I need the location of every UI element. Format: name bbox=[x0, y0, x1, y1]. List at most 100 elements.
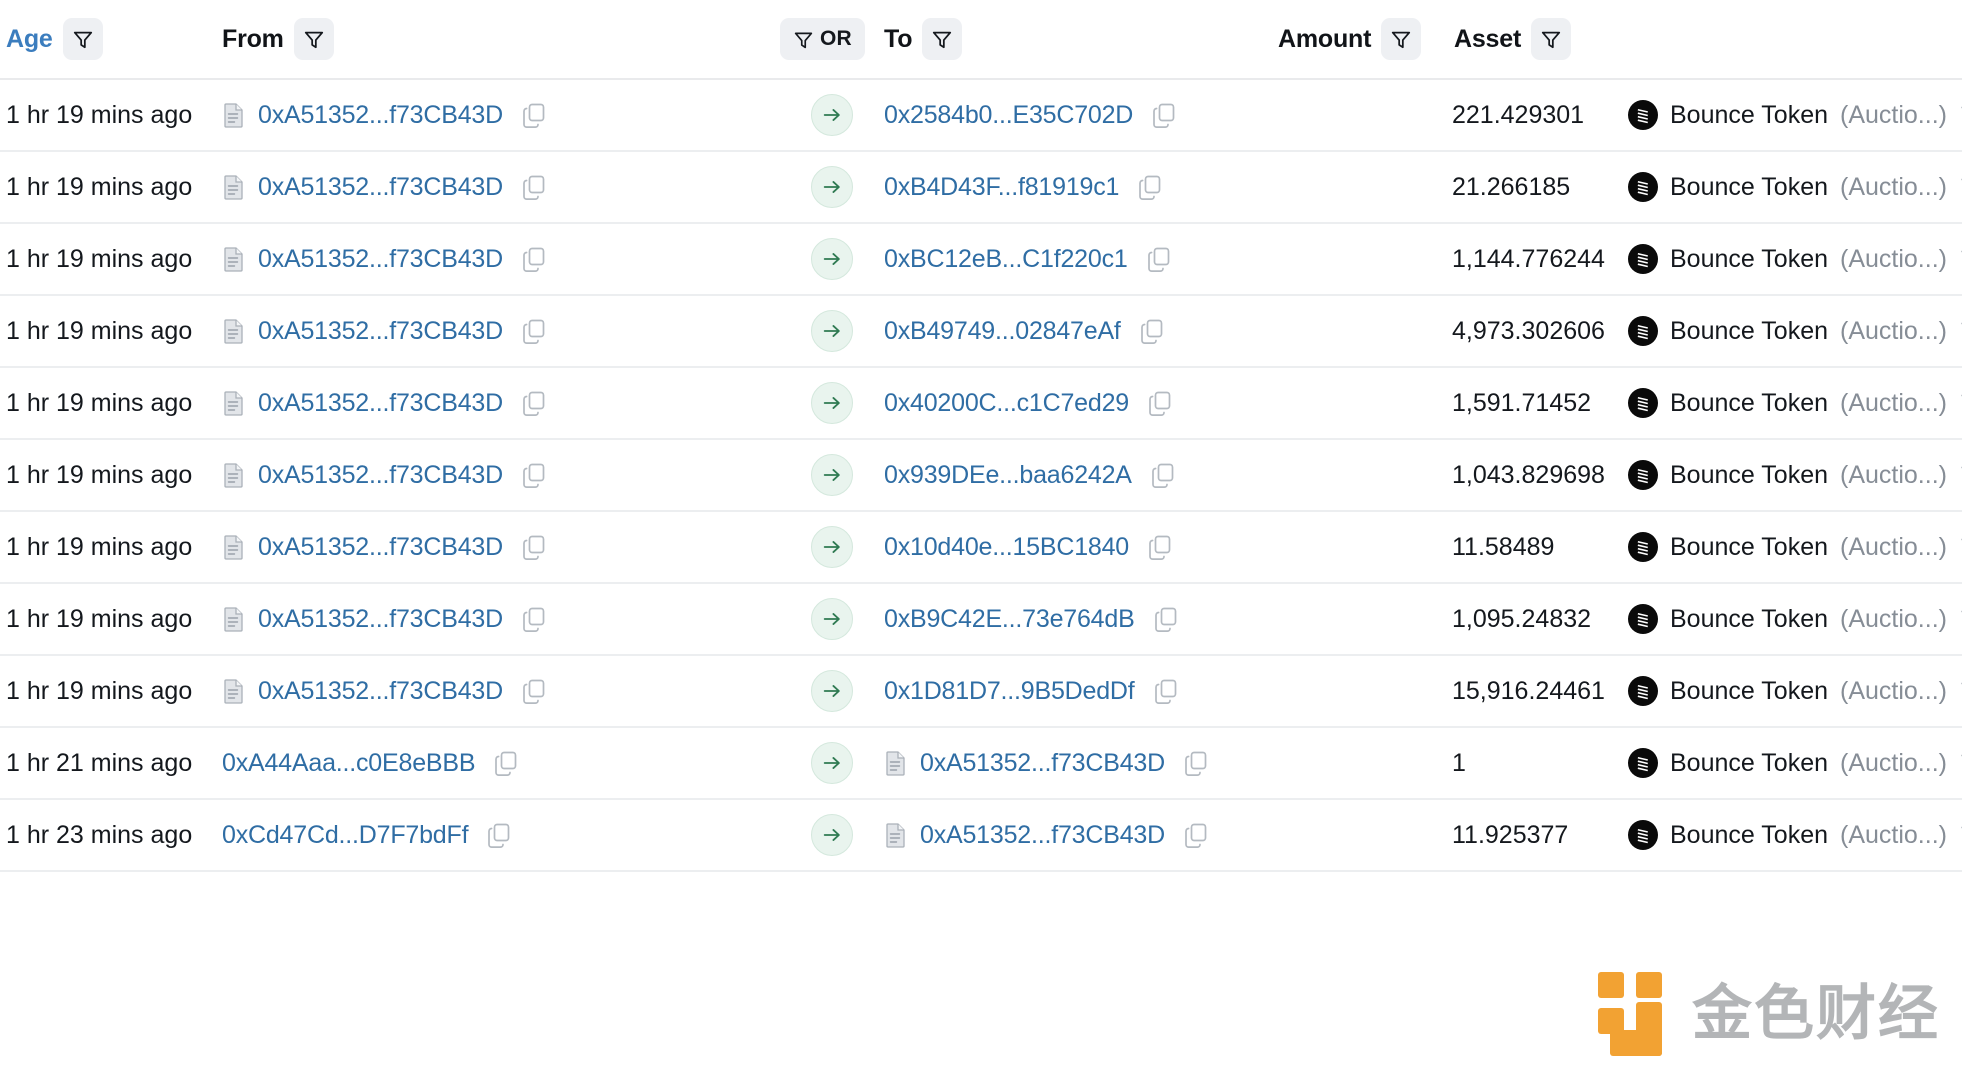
copy-icon[interactable] bbox=[1151, 102, 1177, 128]
arrow-right-icon[interactable] bbox=[811, 742, 853, 784]
cell-direction bbox=[780, 656, 884, 726]
cell-age: 1 hr 19 mins ago bbox=[6, 172, 193, 201]
to-address-link[interactable]: 0xA51352...f73CB43D bbox=[920, 821, 1165, 850]
table-row[interactable]: 1 hr 19 mins ago 0xA51352...f73CB43D 0x402… bbox=[0, 368, 1962, 440]
copy-icon[interactable] bbox=[521, 534, 547, 560]
filter-funnel-icon-from[interactable] bbox=[293, 18, 334, 60]
to-address-link[interactable]: 0xBC12eB...C1f220c1 bbox=[884, 245, 1128, 274]
to-address-link[interactable]: 0x10d40e...15BC1840 bbox=[884, 533, 1129, 562]
from-address-link[interactable]: 0xA51352...f73CB43D bbox=[258, 101, 503, 130]
to-address-link[interactable]: 0xB49749...02847eAf bbox=[884, 317, 1121, 346]
arrow-right-icon[interactable] bbox=[811, 94, 853, 136]
to-address-link[interactable]: 0xB4D43F...f81919c1 bbox=[884, 173, 1119, 202]
column-header-from-label: From bbox=[222, 24, 284, 53]
table-row[interactable]: 1 hr 19 mins ago 0xA51352...f73CB43D 0xBC1… bbox=[0, 224, 1962, 296]
copy-icon[interactable] bbox=[1146, 246, 1172, 272]
column-header-from[interactable]: From bbox=[222, 0, 582, 78]
table-row[interactable]: 1 hr 19 mins ago 0xA51352...f73CB43D 0xB9C… bbox=[0, 584, 1962, 656]
table-row[interactable]: 1 hr 21 mins ago 0xA44Aaa...c0E8eBBB 0xA51… bbox=[0, 728, 1962, 800]
arrow-right-icon[interactable] bbox=[811, 670, 853, 712]
cell-age: 1 hr 19 mins ago bbox=[6, 676, 193, 705]
copy-icon[interactable] bbox=[486, 822, 512, 848]
or-filter-chip[interactable]: OR bbox=[780, 18, 865, 60]
arrow-right-icon[interactable] bbox=[811, 598, 853, 640]
cell-from: 0xA51352...f73CB43D bbox=[222, 584, 780, 654]
document-icon bbox=[224, 319, 243, 344]
to-address-link[interactable]: 0x939DEe...baa6242A bbox=[884, 461, 1132, 490]
arrow-right-icon[interactable] bbox=[811, 454, 853, 496]
arrow-right-icon[interactable] bbox=[811, 310, 853, 352]
copy-icon[interactable] bbox=[521, 462, 547, 488]
arrow-right-icon[interactable] bbox=[811, 814, 853, 856]
table-row[interactable]: 1 hr 19 mins ago 0xA51352...f73CB43D 0xB4D… bbox=[0, 152, 1962, 224]
cell-direction bbox=[780, 80, 884, 150]
copy-icon[interactable] bbox=[1147, 534, 1173, 560]
copy-icon[interactable] bbox=[521, 678, 547, 704]
column-header-asset[interactable]: Asset bbox=[1454, 0, 1634, 78]
from-address-link[interactable]: 0xA51352...f73CB43D bbox=[258, 317, 503, 346]
arrow-right-icon[interactable] bbox=[811, 526, 853, 568]
bounce-token-icon bbox=[1628, 460, 1658, 490]
table-row[interactable]: 1 hr 19 mins ago 0xA51352...f73CB43D 0x258… bbox=[0, 80, 1962, 152]
to-address-link[interactable]: 0xA51352...f73CB43D bbox=[920, 749, 1165, 778]
to-address-link[interactable]: 0x2584b0...E35C702D bbox=[884, 101, 1133, 130]
to-address-link[interactable]: 0xB9C42E...73e764dB bbox=[884, 605, 1135, 634]
copy-icon[interactable] bbox=[1150, 462, 1176, 488]
copy-icon[interactable] bbox=[1153, 678, 1179, 704]
table-body: 1 hr 19 mins ago 0xA51352...f73CB43D 0x258… bbox=[0, 80, 1962, 872]
copy-icon[interactable] bbox=[521, 606, 547, 632]
cell-from: 0xA51352...f73CB43D bbox=[222, 440, 780, 510]
to-address-link[interactable]: 0x40200C...c1C7ed29 bbox=[884, 389, 1129, 418]
to-address-link[interactable]: 0x1D81D7...9B5DedDf bbox=[884, 677, 1135, 706]
cell-from: 0xA51352...f73CB43D bbox=[222, 512, 780, 582]
column-header-or-toggle[interactable]: OR bbox=[780, 0, 884, 78]
column-header-age[interactable]: Age bbox=[0, 0, 222, 78]
from-address-link[interactable]: 0xA51352...f73CB43D bbox=[258, 389, 503, 418]
from-address-link[interactable]: 0xA51352...f73CB43D bbox=[258, 173, 503, 202]
cell-amount: 15,916.24461 bbox=[1452, 676, 1605, 705]
column-header-age-label[interactable]: Age bbox=[6, 25, 53, 54]
from-address-link[interactable]: 0xA44Aaa...c0E8eBBB bbox=[222, 749, 476, 778]
from-address-link[interactable]: 0xA51352...f73CB43D bbox=[258, 461, 503, 490]
arrow-right-icon[interactable] bbox=[811, 238, 853, 280]
copy-icon[interactable] bbox=[521, 246, 547, 272]
copy-icon[interactable] bbox=[493, 750, 519, 776]
copy-icon[interactable] bbox=[1183, 822, 1209, 848]
table-row[interactable]: 1 hr 19 mins ago 0xA51352...f73CB43D 0x939… bbox=[0, 440, 1962, 512]
table-row[interactable]: 1 hr 19 mins ago 0xA51352...f73CB43D 0x1D8… bbox=[0, 656, 1962, 728]
document-icon bbox=[886, 751, 905, 776]
from-address-link[interactable]: 0xA51352...f73CB43D bbox=[258, 605, 503, 634]
copy-icon[interactable] bbox=[1137, 174, 1163, 200]
filter-funnel-icon-age[interactable] bbox=[62, 18, 103, 60]
document-icon bbox=[224, 391, 243, 416]
copy-icon[interactable] bbox=[1139, 318, 1165, 344]
table-row[interactable]: 1 hr 19 mins ago 0xA51352...f73CB43D 0x10d… bbox=[0, 512, 1962, 584]
column-header-to[interactable]: To bbox=[884, 0, 1278, 78]
filter-funnel-icon-asset[interactable] bbox=[1531, 18, 1572, 60]
table-row[interactable]: 1 hr 19 mins ago 0xA51352...f73CB43D 0xB49… bbox=[0, 296, 1962, 368]
copy-icon[interactable] bbox=[521, 318, 547, 344]
arrow-right-icon[interactable] bbox=[811, 382, 853, 424]
column-header-amount-label: Amount bbox=[1278, 24, 1372, 53]
copy-icon[interactable] bbox=[1153, 606, 1179, 632]
from-address-link[interactable]: 0xA51352...f73CB43D bbox=[258, 533, 503, 562]
copy-icon[interactable] bbox=[521, 390, 547, 416]
document-icon bbox=[224, 679, 243, 704]
from-address-link[interactable]: 0xA51352...f73CB43D bbox=[258, 677, 503, 706]
cell-amount: 11.925377 bbox=[1452, 820, 1569, 849]
arrow-right-icon[interactable] bbox=[811, 166, 853, 208]
column-header-amount[interactable]: Amount bbox=[1278, 0, 1454, 78]
from-address-link[interactable]: 0xA51352...f73CB43D bbox=[258, 245, 503, 274]
copy-icon[interactable] bbox=[1147, 390, 1173, 416]
filter-funnel-icon-to[interactable] bbox=[922, 18, 963, 60]
copy-icon[interactable] bbox=[521, 102, 547, 128]
jinse-finance-logo-icon bbox=[1598, 972, 1662, 1056]
from-address-link[interactable]: 0xCd47Cd...D7F7bdFf bbox=[222, 821, 469, 850]
filter-funnel-icon-amount[interactable] bbox=[1381, 18, 1422, 60]
cell-from: 0xA44Aaa...c0E8eBBB bbox=[222, 728, 780, 798]
table-row[interactable]: 1 hr 23 mins ago 0xCd47Cd...D7F7bdFf 0xA51… bbox=[0, 800, 1962, 872]
copy-icon[interactable] bbox=[521, 174, 547, 200]
document-icon bbox=[886, 823, 905, 848]
asset-subtitle: (Auctio...) bbox=[1840, 460, 1947, 489]
copy-icon[interactable] bbox=[1183, 750, 1209, 776]
